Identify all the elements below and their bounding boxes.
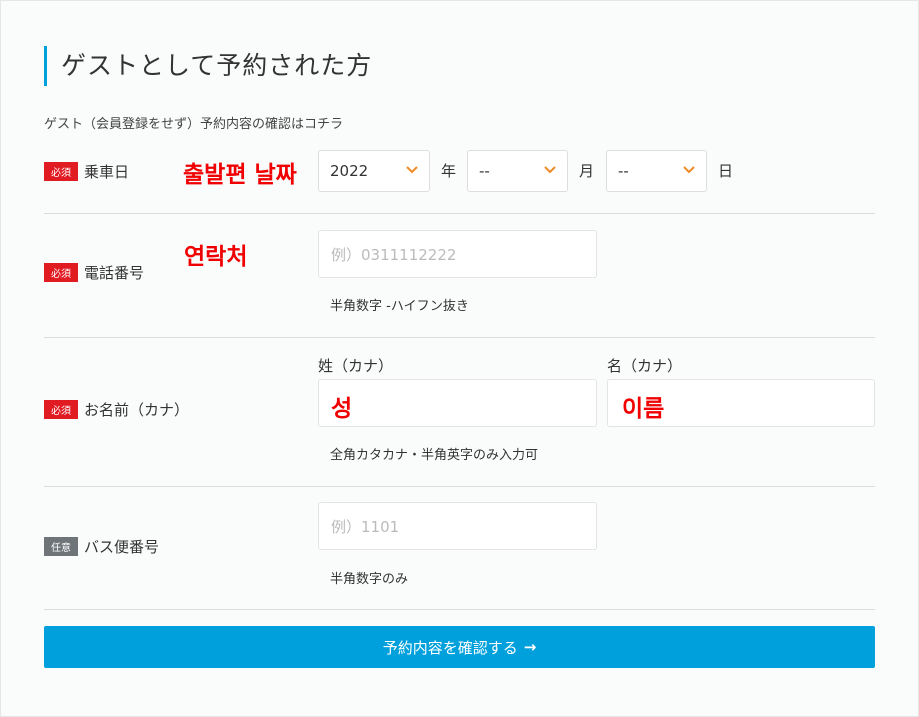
divider xyxy=(44,609,875,610)
phone-hint: 半角数字 -ハイフン抜き xyxy=(330,299,469,314)
month-unit: 月 xyxy=(579,162,595,180)
phone-label: 電話番号 xyxy=(84,264,145,282)
optional-badge: 任意 xyxy=(44,537,78,556)
chevron-down-icon xyxy=(544,166,556,174)
name-label-group: 必須 お名前（カナ） xyxy=(44,399,189,420)
chevron-down-icon xyxy=(683,166,695,174)
first-name-label: 名（カナ） xyxy=(607,357,683,375)
month-value: -- xyxy=(479,162,490,180)
ride-date-annotation: 출발편 날짜 xyxy=(183,162,297,188)
guest-note: ゲスト（会員登録をせず）予約内容の確認はコチラ xyxy=(44,117,344,132)
day-unit: 日 xyxy=(718,162,734,180)
last-name-input[interactable] xyxy=(318,379,597,427)
chevron-down-icon xyxy=(406,166,418,174)
day-select[interactable]: -- xyxy=(606,150,707,192)
year-unit: 年 xyxy=(441,162,457,180)
ride-date-label-group: 必須 乗車日 xyxy=(44,161,129,182)
day-value: -- xyxy=(618,162,629,180)
divider xyxy=(44,337,875,338)
name-hint: 全角カタカナ・半角英字のみ入力可 xyxy=(330,448,539,463)
divider xyxy=(44,213,875,214)
first-name-annotation: 이름 xyxy=(622,396,665,422)
year-select[interactable]: 2022 xyxy=(318,150,430,192)
phone-annotation: 연락처 xyxy=(184,244,248,270)
required-badge: 必須 xyxy=(44,162,78,181)
name-label: お名前（カナ） xyxy=(84,401,190,419)
bus-number-label-group: 任意 バス便番号 xyxy=(44,536,159,557)
page-title: ゲストとして予約された方 xyxy=(44,46,372,86)
confirm-reservation-button[interactable]: 予約内容を確認する → xyxy=(44,626,875,668)
last-name-label: 姓（カナ） xyxy=(318,357,394,375)
confirm-reservation-label: 予約内容を確認する xyxy=(382,638,518,657)
bus-number-hint: 半角数字のみ xyxy=(330,572,409,587)
last-name-annotation: 성 xyxy=(331,396,353,422)
year-value: 2022 xyxy=(330,162,369,180)
phone-input[interactable]: 例）0311112222 xyxy=(318,230,597,278)
bus-number-input[interactable]: 例）1101 xyxy=(318,502,597,550)
ride-date-label: 乗車日 xyxy=(84,163,130,181)
required-badge: 必須 xyxy=(44,263,78,282)
bus-number-label: バス便番号 xyxy=(84,538,160,556)
month-select[interactable]: -- xyxy=(467,150,568,192)
required-badge: 必須 xyxy=(44,400,78,419)
divider xyxy=(44,486,875,487)
phone-label-group: 必須 電話番号 xyxy=(44,262,144,283)
arrow-right-icon: → xyxy=(523,638,537,656)
